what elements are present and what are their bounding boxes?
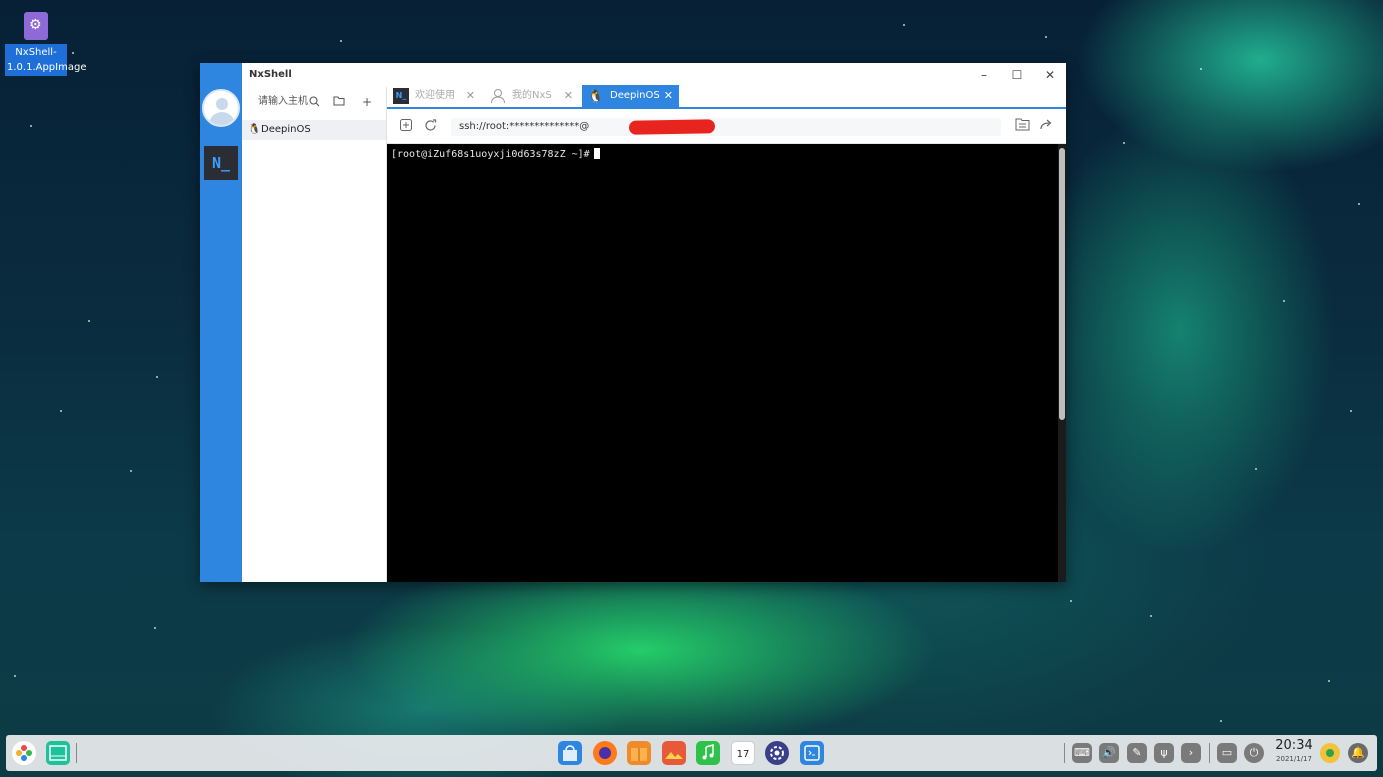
terminal-scrollbar[interactable]	[1058, 144, 1066, 582]
ssh-address-text: ssh://root:**************@	[459, 121, 590, 132]
terminal-prompt: [root@iZuf68s1uoyxji0d63s78zZ ~]#	[391, 149, 590, 160]
multitasking-view-icon[interactable]	[46, 741, 70, 765]
star	[1358, 203, 1360, 205]
appimage-file-icon	[24, 12, 48, 40]
archive-manager-icon[interactable]	[627, 741, 651, 765]
tray-app-icon[interactable]	[1320, 743, 1340, 763]
sftp-folder-icon[interactable]	[1013, 118, 1031, 136]
tab-label: DeepinOS	[610, 90, 660, 101]
search-icon[interactable]	[309, 96, 320, 107]
star	[1328, 680, 1330, 682]
window-titlebar[interactable]: NxShell – ☐ ✕	[242, 63, 1066, 87]
tab-close-icon[interactable]: ✕	[664, 85, 673, 107]
star	[1123, 142, 1125, 144]
app-store-icon[interactable]	[558, 741, 582, 765]
tab-close-icon[interactable]: ✕	[564, 85, 573, 107]
share-forward-icon[interactable]	[1037, 118, 1055, 136]
star	[72, 52, 74, 54]
host-list-item[interactable]: 🐧 DeepinOS	[242, 120, 386, 140]
star	[14, 675, 16, 677]
star	[1255, 468, 1257, 470]
terminal-cursor	[593, 148, 600, 159]
screenshot-icon[interactable]: ✎	[1127, 743, 1147, 763]
nxshell-dock-icon[interactable]	[800, 741, 824, 765]
power-icon[interactable]: ⏻	[1244, 743, 1264, 763]
star	[340, 40, 342, 42]
keyboard-icon[interactable]: ⌨	[1072, 743, 1092, 763]
dock-separator	[1064, 743, 1065, 763]
star	[1045, 36, 1047, 38]
star	[1150, 615, 1152, 617]
volume-icon[interactable]: 🔊	[1099, 743, 1119, 763]
dock-separator	[1209, 743, 1210, 763]
session-tab-bar: N_ 欢迎使用 ✕ 我的NxS ✕ 🐧 DeepinOS ✕	[387, 85, 1066, 109]
star	[1200, 68, 1202, 70]
show-desktop-icon[interactable]: ▭	[1217, 743, 1237, 763]
scrollbar-thumb[interactable]	[1059, 148, 1065, 420]
star	[1220, 720, 1222, 722]
nxshell-tab-icon: N_	[393, 88, 409, 104]
redaction-mark	[628, 119, 716, 135]
tab-close-icon[interactable]: ✕	[466, 85, 475, 107]
clock[interactable]: 20:34 2021/1/17	[1274, 738, 1314, 764]
maximize-button[interactable]: ☐	[1005, 66, 1029, 84]
host-label: DeepinOS	[261, 124, 311, 135]
avatar-head-shape	[216, 98, 228, 110]
expand-tray-icon[interactable]: ›	[1181, 743, 1201, 763]
minimize-button[interactable]: –	[972, 66, 996, 84]
add-host-button[interactable]: +	[358, 93, 376, 111]
user-icon	[490, 88, 506, 104]
terminal-area[interactable]: [root@iZuf68s1uoyxji0d63s78zZ ~]#	[387, 144, 1058, 582]
folder-icon[interactable]	[330, 93, 348, 111]
linux-penguin-icon: 🐧	[248, 124, 261, 135]
star	[130, 470, 132, 472]
tab-welcome[interactable]: N_ 欢迎使用 ✕	[387, 85, 481, 107]
tab-label: 我的NxS	[512, 90, 552, 101]
avatar-body-shape	[209, 112, 235, 125]
usb-icon[interactable]: ψ	[1154, 743, 1174, 763]
nxshell-window: N_ NxShell – ☐ ✕ 请输入主机 + 🐧 DeepinOS N_ 欢…	[200, 63, 1066, 582]
settings-icon[interactable]	[765, 741, 789, 765]
star	[154, 627, 156, 629]
ssh-address-field[interactable]: ssh://root:**************@	[451, 118, 1001, 136]
new-session-icon[interactable]	[397, 118, 415, 136]
clock-time: 20:34	[1275, 738, 1313, 753]
star	[60, 410, 62, 412]
left-nav-rail: N_	[200, 63, 242, 582]
star	[1283, 300, 1285, 302]
tab-my-nxshell[interactable]: 我的NxS ✕	[484, 85, 579, 107]
nxshell-logo-icon[interactable]: N_	[204, 146, 238, 180]
star	[88, 320, 90, 322]
star	[1350, 410, 1352, 412]
linux-penguin-icon: 🐧	[588, 89, 603, 103]
notification-bell-icon[interactable]: 🔔	[1348, 743, 1368, 763]
clock-date: 2021/1/17	[1276, 755, 1312, 763]
star	[1070, 600, 1072, 602]
tab-deepinos[interactable]: 🐧 DeepinOS ✕	[582, 85, 679, 107]
reconnect-icon[interactable]	[421, 118, 439, 136]
taskbar: 17 ⌨ 🔊 ✎ ψ › ▭ ⏻ 20:34 2021/1/17 🔔	[6, 735, 1377, 771]
star	[156, 376, 158, 378]
session-sidebar: 请输入主机 + 🐧 DeepinOS	[242, 87, 387, 582]
desktop-icon-label: NxShell-1.0.1.AppImage	[5, 44, 86, 76]
window-title: NxShell	[249, 69, 292, 80]
browser-icon[interactable]	[593, 741, 617, 765]
user-avatar[interactable]	[202, 89, 240, 127]
image-viewer-icon[interactable]	[662, 741, 686, 765]
session-toolbar: ssh://root:**************@	[387, 111, 1066, 144]
dock-separator	[76, 743, 77, 763]
star	[903, 24, 905, 26]
launcher-icon[interactable]	[12, 741, 36, 765]
calendar-icon[interactable]: 17	[731, 741, 755, 765]
music-icon[interactable]	[696, 741, 720, 765]
tab-label: 欢迎使用	[415, 90, 455, 101]
star	[30, 125, 32, 127]
desktop-file-nxshell-appimage[interactable]: NxShell-1.0.1.AppImage	[5, 12, 86, 76]
close-button[interactable]: ✕	[1038, 66, 1062, 84]
